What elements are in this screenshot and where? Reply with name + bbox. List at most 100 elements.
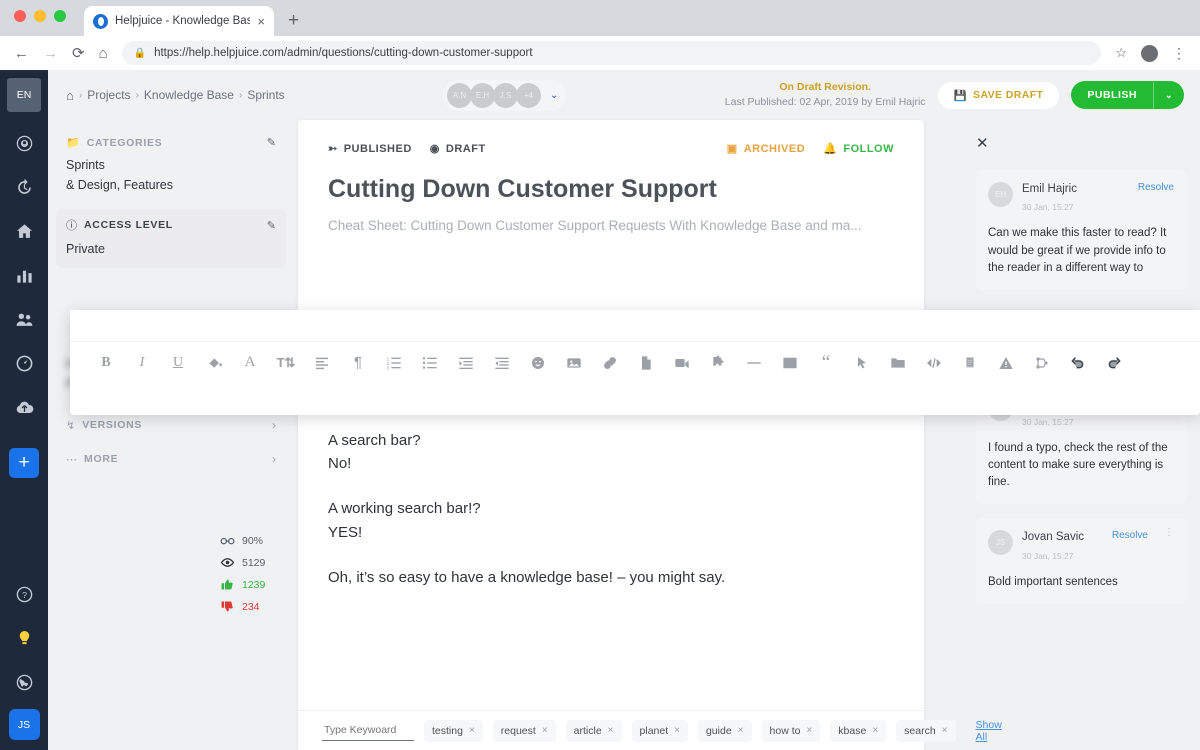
warning-icon[interactable] <box>988 343 1024 383</box>
tag-chip[interactable]: kbase × <box>830 719 887 742</box>
browser-profile-avatar[interactable] <box>1141 44 1158 62</box>
paragraph-icon[interactable]: ¶ <box>340 343 376 383</box>
keyword-input[interactable] <box>322 720 414 741</box>
tag-chip[interactable]: testing × <box>424 719 483 742</box>
script-icon[interactable] <box>952 343 988 383</box>
address-bar[interactable]: 🔒 https://help.helpjuice.com/admin/quest… <box>121 41 1102 65</box>
remove-tag-icon[interactable]: × <box>542 725 548 736</box>
collaborator-avatar-overflow[interactable]: +4 <box>516 82 542 108</box>
resolve-comment-button[interactable]: Resolve <box>1138 182 1174 193</box>
back-icon[interactable]: ← <box>14 46 29 61</box>
edit-categories-pencil-icon[interactable]: ✎ <box>267 136 276 149</box>
archived-button[interactable]: ▣ ARCHIVED <box>727 142 805 156</box>
globe-icon[interactable] <box>7 665 41 699</box>
video-icon[interactable] <box>664 343 700 383</box>
forward-icon[interactable]: → <box>43 46 58 61</box>
underline-icon[interactable]: U <box>160 343 196 383</box>
home-icon[interactable]: ⌂ <box>99 46 108 61</box>
chevron-right-icon: › <box>272 452 276 466</box>
publish-button[interactable]: PUBLISH ⌄ <box>1071 81 1184 109</box>
language-switcher[interactable]: EN <box>7 78 41 112</box>
italic-icon[interactable]: I <box>124 343 160 383</box>
user-avatar[interactable]: JS <box>8 709 40 740</box>
bookmark-star-icon[interactable]: ☆ <box>1115 45 1127 61</box>
tab-draft[interactable]: ◉ DRAFT <box>430 142 486 156</box>
home-icon[interactable] <box>7 214 41 248</box>
cloud-upload-icon[interactable] <box>7 390 41 424</box>
collaborator-avatar[interactable]: J.S <box>493 82 519 108</box>
image-icon[interactable] <box>556 343 592 383</box>
breadcrumb-home-icon[interactable]: ⌂ <box>66 88 74 103</box>
indent-icon[interactable] <box>448 343 484 383</box>
logo-icon[interactable] <box>7 126 41 160</box>
link-icon[interactable] <box>592 343 628 383</box>
quote-icon[interactable]: “ <box>808 343 844 383</box>
maximize-window-button[interactable] <box>54 10 66 22</box>
breadcrumb-separator: › <box>135 89 139 101</box>
comment-menu-icon[interactable]: ⋮ <box>1164 528 1174 538</box>
table-icon[interactable] <box>772 343 808 383</box>
chevron-down-icon[interactable]: ⌄ <box>550 90 558 101</box>
code-icon[interactable] <box>916 343 952 383</box>
resolve-comment-button[interactable]: Resolve <box>1112 530 1148 541</box>
help-icon[interactable]: ? <box>7 577 41 611</box>
tag-chip[interactable]: guide × <box>697 719 752 742</box>
lightbulb-icon[interactable] <box>7 621 41 655</box>
reload-icon[interactable]: ⟳ <box>72 46 85 61</box>
undo-icon[interactable] <box>1060 343 1096 383</box>
tag-chip[interactable]: search × <box>896 719 956 742</box>
follow-button[interactable]: 🔔 FOLLOW <box>823 142 894 156</box>
close-tab-icon[interactable]: × <box>257 15 265 28</box>
publish-chevron-down-icon[interactable]: ⌄ <box>1152 81 1184 109</box>
breadcrumb-item-projects[interactable]: Projects <box>87 88 130 102</box>
ordered-list-icon[interactable]: 123 <box>376 343 412 383</box>
cursor-icon[interactable] <box>844 343 880 383</box>
align-icon[interactable] <box>304 343 340 383</box>
browser-menu-icon[interactable]: ⋮ <box>1172 46 1186 60</box>
file-icon[interactable] <box>628 343 664 383</box>
font-size-icon[interactable]: T⇅ <box>268 343 304 383</box>
emoji-icon[interactable] <box>520 343 556 383</box>
users-icon[interactable] <box>7 302 41 336</box>
fill-color-icon[interactable] <box>196 343 232 383</box>
close-comments-icon[interactable]: ✕ <box>976 134 989 152</box>
more-row[interactable]: ⋯ MORE › <box>66 442 276 476</box>
puzzle-icon[interactable] <box>700 343 736 383</box>
remove-tag-icon[interactable]: × <box>872 725 878 736</box>
horizontal-rule-icon[interactable] <box>736 343 772 383</box>
edit-access-pencil-icon[interactable]: ✎ <box>267 219 276 232</box>
tag-chip[interactable]: article × <box>565 719 622 742</box>
toolbar-top-strip <box>70 310 1200 342</box>
close-window-button[interactable] <box>14 10 26 22</box>
tag-chip[interactable]: how to × <box>761 719 821 742</box>
tag-chip[interactable]: request × <box>492 719 556 742</box>
save-draft-button[interactable]: 💾 SAVE DRAFT <box>937 81 1060 109</box>
collaborator-avatar[interactable]: A.N <box>447 82 473 108</box>
bullet-list-icon[interactable] <box>412 343 448 383</box>
collaborator-avatar[interactable]: E.H <box>470 82 496 108</box>
analytics-icon[interactable] <box>7 258 41 292</box>
browser-tab[interactable]: Helpjuice - Knowledge Base S... × <box>84 6 274 36</box>
avatar: EH <box>988 182 1013 207</box>
minimize-window-button[interactable] <box>34 10 46 22</box>
bold-icon[interactable]: B <box>88 343 124 383</box>
folder-icon[interactable] <box>880 343 916 383</box>
breadcrumb-item-sprints[interactable]: Sprints <box>247 88 284 102</box>
tag-chip[interactable]: planet × <box>631 719 688 742</box>
redo-icon[interactable] <box>1096 343 1132 383</box>
remove-tag-icon[interactable]: × <box>674 725 680 736</box>
remove-tag-icon[interactable]: × <box>608 725 614 736</box>
new-tab-button[interactable]: + <box>288 10 299 36</box>
remove-tag-icon[interactable]: × <box>469 725 475 736</box>
breadcrumb-item-knowledge-base[interactable]: Knowledge Base <box>144 88 234 102</box>
speedometer-icon[interactable] <box>7 346 41 380</box>
branch-icon[interactable] <box>1024 343 1060 383</box>
remove-tag-icon[interactable]: × <box>806 725 812 736</box>
add-button[interactable]: + <box>9 448 39 478</box>
outdent-icon[interactable] <box>484 343 520 383</box>
tab-published[interactable]: ➳ PUBLISHED <box>328 142 412 156</box>
remove-tag-icon[interactable]: × <box>942 725 948 736</box>
history-icon[interactable] <box>7 170 41 204</box>
remove-tag-icon[interactable]: × <box>738 725 744 736</box>
text-color-icon[interactable]: A <box>232 343 268 383</box>
